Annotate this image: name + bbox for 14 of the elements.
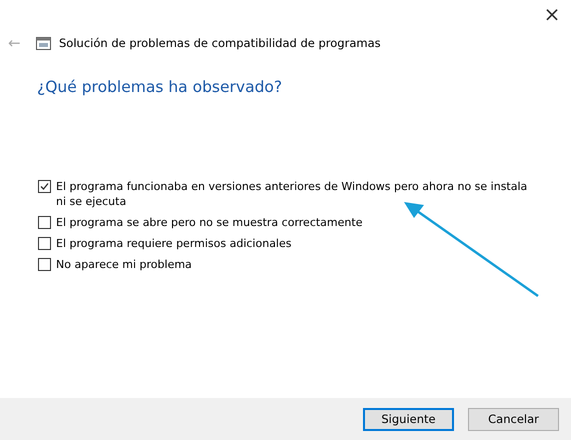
window-icon [36, 36, 51, 50]
option-label: No aparece mi problema [56, 257, 192, 272]
dialog-button[interactable]: Cancelar [468, 408, 559, 430]
heading: ¿Qué problemas ha observado? [37, 78, 284, 96]
option-label: El programa funcionaba en versiones anteriores de Windows pero ahora no se instala ni se ejecuta [56, 179, 528, 209]
checkbox[interactable] [38, 180, 51, 193]
checkbox[interactable] [38, 216, 51, 229]
window-title: Solución de problemas de compatibilidad de programas [59, 36, 381, 50]
close-button[interactable]: × [533, 0, 571, 30]
option-label: El programa requiere permisos adicionales [56, 236, 292, 251]
checkbox[interactable] [38, 258, 51, 271]
dialog-button[interactable]: Siguiente [363, 408, 454, 430]
option-label: El programa se abre pero no se muestra correctamente [56, 215, 362, 230]
checkbox[interactable] [38, 237, 51, 250]
